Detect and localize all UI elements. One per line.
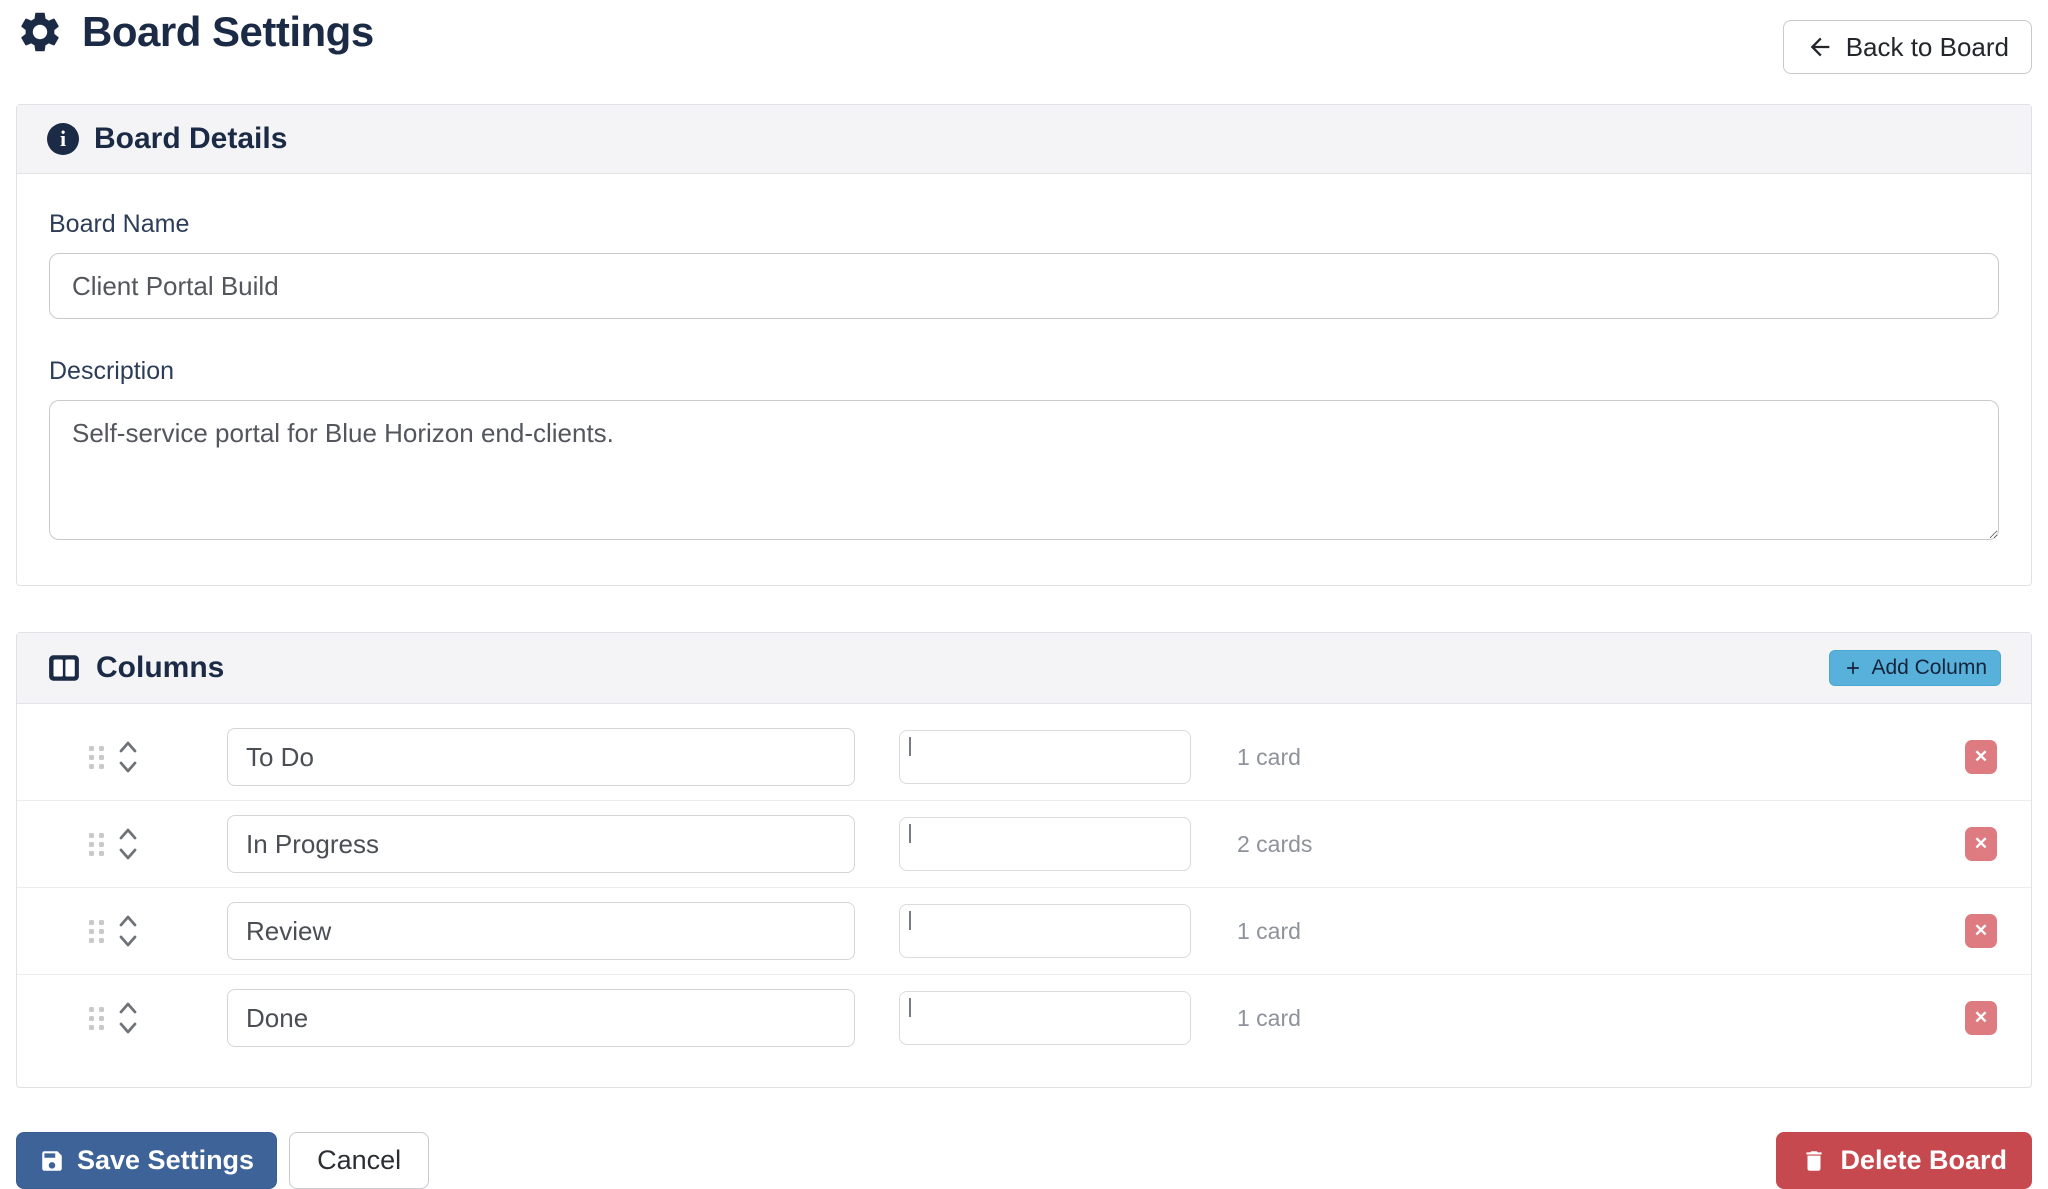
column-row: 1 card ✕ [17,975,2031,1061]
card-count-label: 1 card [1237,1005,1301,1032]
cancel-button[interactable]: Cancel [289,1132,429,1189]
x-icon: ✕ [1974,747,1988,767]
column-name-input[interactable] [227,989,855,1047]
x-icon: ✕ [1974,834,1988,854]
delete-board-label: Delete Board [1840,1145,2007,1176]
arrow-left-icon [1806,33,1834,61]
columns-header: Columns Add Column [17,633,2031,704]
column-row: 2 cards ✕ [17,801,2031,888]
columns-title: Columns [96,651,224,685]
column-color-swatch [909,824,911,843]
sort-arrows-icon[interactable] [116,913,140,949]
delete-column-button[interactable]: ✕ [1965,914,1997,948]
back-to-board-button[interactable]: Back to Board [1783,20,2032,74]
row-handle-group [89,913,151,949]
delete-column-button[interactable]: ✕ [1965,1001,1997,1035]
info-circle-icon: i [47,123,79,155]
delete-column-button[interactable]: ✕ [1965,827,1997,861]
column-color-picker[interactable] [899,817,1191,871]
description-label: Description [49,357,1999,386]
add-column-label: Add Column [1871,656,1987,680]
delete-board-button[interactable]: Delete Board [1776,1132,2032,1189]
row-handle-group [89,1000,151,1036]
board-name-input[interactable] [49,253,1999,319]
column-color-swatch [909,737,911,756]
column-color-swatch [909,911,911,930]
plus-icon [1843,658,1863,678]
sort-arrows-icon[interactable] [116,739,140,775]
row-handle-group [89,739,151,775]
page-header: Board Settings Back to Board [16,0,2032,74]
drag-handle-icon[interactable] [89,833,104,856]
back-to-board-label: Back to Board [1846,32,2009,63]
save-icon [39,1148,65,1174]
sort-arrows-icon[interactable] [116,826,140,862]
column-color-picker[interactable] [899,991,1191,1045]
board-details-body: Board Name Description Self-service port… [17,174,2031,585]
columns-list: 1 card ✕ 2 cards ✕ [17,704,2031,1087]
footer-actions: Save Settings Cancel Delete Board [16,1132,2032,1189]
board-details-card: i Board Details Board Name Description S… [16,104,2032,586]
x-icon: ✕ [1974,1008,1988,1028]
column-color-picker[interactable] [899,730,1191,784]
x-icon: ✕ [1974,921,1988,941]
board-details-title-wrap: i Board Details [47,122,287,156]
save-settings-button[interactable]: Save Settings [16,1132,277,1189]
column-name-input[interactable] [227,815,855,873]
page-title-wrap: Board Settings [16,8,374,56]
trash-icon [1801,1148,1827,1174]
cancel-label: Cancel [317,1145,401,1175]
add-column-button[interactable]: Add Column [1829,650,2001,686]
drag-handle-icon[interactable] [89,746,104,769]
gear-icon [16,8,64,56]
board-details-header: i Board Details [17,105,2031,174]
delete-column-button[interactable]: ✕ [1965,740,1997,774]
drag-handle-icon[interactable] [89,920,104,943]
column-row: 1 card ✕ [17,888,2031,975]
column-name-input[interactable] [227,902,855,960]
board-name-label: Board Name [49,210,1999,239]
board-details-title: Board Details [94,122,287,156]
columns-title-wrap: Columns [47,651,224,685]
drag-handle-icon[interactable] [89,1007,104,1030]
row-handle-group [89,826,151,862]
columns-card: Columns Add Column 1 card ✕ [16,632,2032,1088]
card-count-label: 1 card [1237,918,1301,945]
board-settings-page: Board Settings Back to Board i Board Det… [0,0,2048,1189]
card-count-label: 2 cards [1237,831,1312,858]
page-title: Board Settings [82,8,374,56]
save-settings-label: Save Settings [77,1145,254,1176]
column-color-swatch [909,998,911,1017]
column-name-input[interactable] [227,728,855,786]
columns-icon [47,651,81,685]
sort-arrows-icon[interactable] [116,1000,140,1036]
card-count-label: 1 card [1237,744,1301,771]
column-color-picker[interactable] [899,904,1191,958]
description-textarea[interactable]: Self-service portal for Blue Horizon end… [49,400,1999,540]
column-row: 1 card ✕ [17,714,2031,801]
